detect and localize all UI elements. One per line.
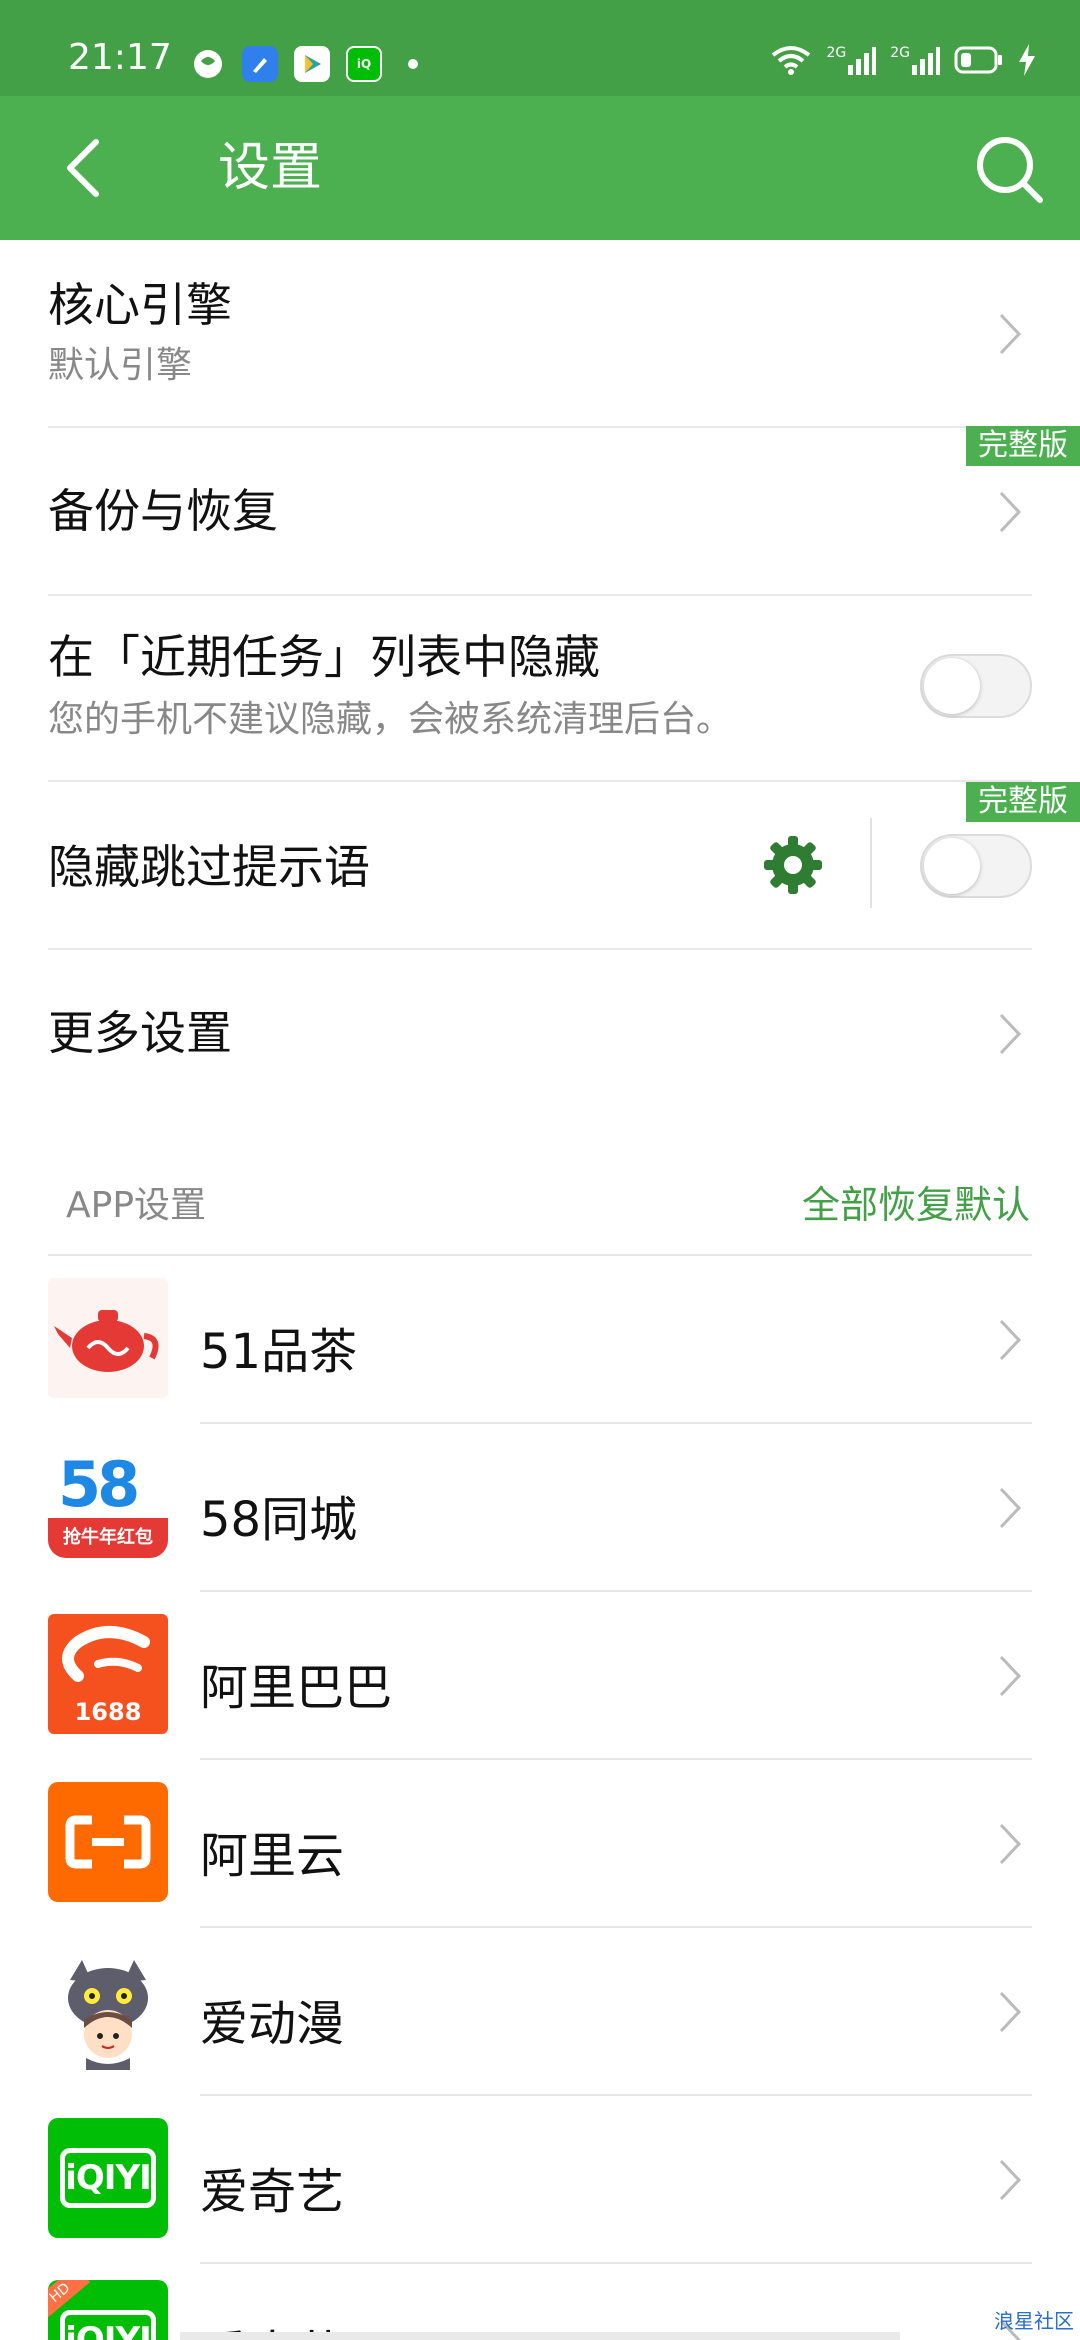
app-row-aliyun[interactable]: 阿里云 — [0, 1760, 1080, 1926]
chevron-right-icon — [999, 491, 1022, 533]
cleaner-icon — [242, 46, 278, 82]
vpn-icon — [190, 46, 226, 82]
setting-title: 在「近期任务」列表中隐藏 — [48, 630, 600, 684]
app-row-iqiyi[interactable]: iQIYI 爱奇艺 — [0, 2096, 1080, 2262]
setting-title: 隐藏跳过提示语 — [48, 840, 370, 894]
search-icon[interactable] — [974, 134, 1044, 204]
app-row-alibaba[interactable]: 1688 阿里巴巴 — [0, 1592, 1080, 1758]
chevron-right-icon — [999, 1487, 1022, 1529]
watermark: 浪星社区 — [994, 2309, 1074, 2333]
setting-hide-skip-tip: 隐藏跳过提示语 — [48, 782, 1032, 948]
signal-2: 2G — [890, 45, 940, 75]
chevron-right-icon — [999, 2159, 1022, 2201]
app-name: 58同城 — [200, 1492, 358, 1548]
hide-skip-tip-toggle[interactable] — [920, 834, 1032, 898]
hide-recents-toggle[interactable] — [920, 654, 1032, 718]
network-type-2: 2G — [890, 45, 910, 61]
teapot-icon — [48, 1278, 168, 1398]
58-logo-text: 58 — [58, 1448, 140, 1521]
status-app-icons: iQ — [190, 46, 418, 82]
iqiyi-logo-text: iQIYI — [60, 2310, 156, 2340]
chevron-right-icon — [999, 1823, 1022, 1865]
notification-dot — [408, 59, 418, 69]
aliyun-icon — [48, 1782, 168, 1902]
signal-bars-icon — [848, 47, 877, 75]
setting-subtitle: 您的手机不建议隐藏，会被系统清理后台。 — [48, 699, 733, 740]
status-bar: 21:17 iQ 2G 2G — [0, 0, 1080, 96]
setting-title: 备份与恢复 — [48, 484, 278, 538]
toggle-knob — [924, 658, 980, 714]
app-name: 阿里云 — [200, 1828, 345, 1884]
back-arrow-icon[interactable] — [56, 136, 112, 200]
setting-title: 核心引擎 — [48, 278, 232, 332]
vertical-separator — [870, 818, 872, 908]
status-indicators: 2G 2G — [770, 44, 1036, 76]
setting-backup-restore[interactable]: 备份与恢复 — [48, 428, 1032, 594]
app-name: 爱动漫 — [200, 1996, 345, 2052]
setting-hide-recents: 在「近期任务」列表中隐藏 您的手机不建议隐藏，会被系统清理后台。 — [48, 596, 1032, 780]
app-row-aidongman[interactable]: 爱动漫 — [0, 1928, 1080, 2094]
app-bar: 设置 — [0, 96, 1080, 240]
battery-icon — [954, 46, 1002, 74]
setting-core-engine[interactable]: 核心引擎 默认引擎 — [48, 240, 1032, 426]
alibaba-icon-text: 1688 — [74, 1698, 142, 1726]
setting-title: 更多设置 — [48, 1006, 232, 1060]
app-row-iqiyi-hd[interactable]: HD iQIYI 爱奇艺HD — [0, 2264, 1080, 2340]
app-row-58tongcheng[interactable]: 58 抢牛年红包 58同城 — [0, 1424, 1080, 1590]
iqiyi-hd-icon: HD iQIYI — [48, 2280, 168, 2340]
page-title: 设置 — [218, 138, 323, 198]
alibaba-icon: 1688 — [48, 1614, 168, 1734]
signal-bars-icon — [912, 47, 940, 75]
network-type-1: 2G — [826, 45, 847, 61]
charging-icon — [1019, 44, 1035, 76]
iqiyi-status-icon: iQ — [346, 46, 382, 82]
scroll-hint-bar — [180, 2332, 900, 2340]
status-time: 21:17 — [68, 37, 172, 78]
signal-1: 2G — [826, 45, 877, 75]
anime-character-icon — [48, 1950, 168, 2070]
chevron-right-icon — [999, 1319, 1022, 1361]
app-section-label: APP设置 — [66, 1185, 207, 1226]
58-logo-icon: 58 抢牛年红包 — [48, 1446, 168, 1566]
app-name: 51品茶 — [200, 1324, 358, 1380]
app-name: 阿里巴巴 — [200, 1660, 393, 1716]
chevron-right-icon — [999, 1991, 1022, 2033]
iqiyi-logo-text: iQIYI — [60, 2148, 156, 2208]
app-name: 爱奇艺 — [200, 2164, 345, 2220]
wifi-icon — [772, 46, 811, 75]
video-player-icon — [294, 46, 330, 82]
toggle-knob — [924, 838, 980, 894]
iqiyi-icon: iQIYI — [48, 2118, 168, 2238]
gear-icon[interactable] — [762, 834, 824, 896]
chevron-right-icon — [999, 313, 1022, 355]
chevron-right-icon — [999, 1655, 1022, 1697]
app-row-51pincha[interactable]: 51品茶 — [0, 1256, 1080, 1422]
58-logo-banner: 抢牛年红包 — [48, 1518, 168, 1558]
setting-more[interactable]: 更多设置 — [48, 950, 1032, 1116]
restore-all-defaults-link[interactable]: 全部恢复默认 — [802, 1174, 1030, 1229]
setting-subtitle: 默认引擎 — [48, 345, 193, 386]
chevron-right-icon — [999, 1013, 1022, 1055]
